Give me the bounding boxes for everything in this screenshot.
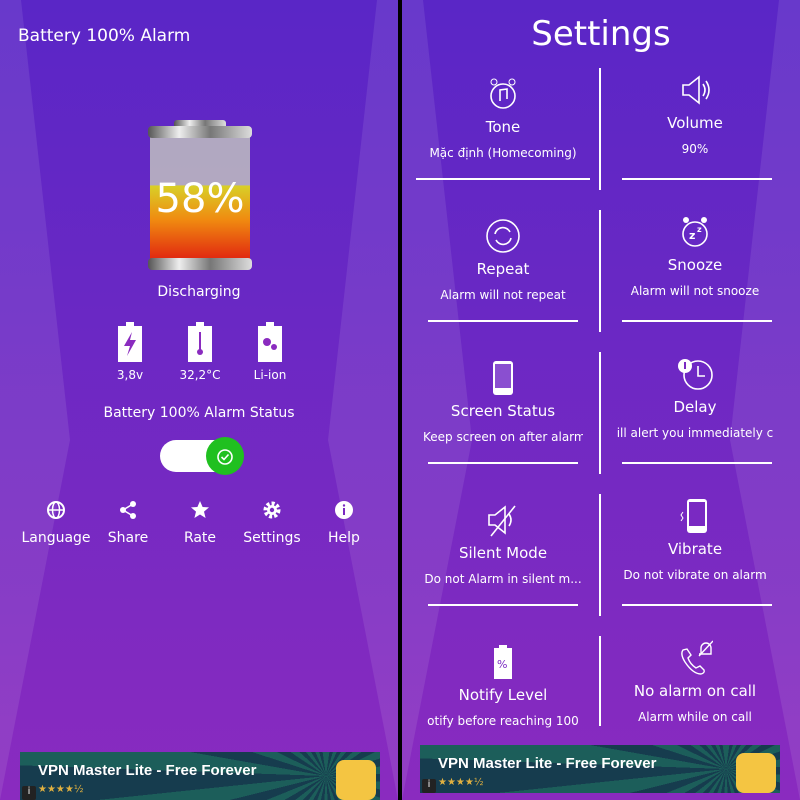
setting-subtitle: Alarm will not repeat: [440, 288, 566, 302]
app-title: Battery 100% Alarm: [18, 26, 191, 46]
setting-screen-status[interactable]: Screen Status Keep screen on after alarm: [408, 360, 598, 444]
battery-gauge: 58%: [148, 120, 252, 272]
help-button[interactable]: Help: [308, 500, 380, 546]
toggle-knob: [206, 437, 244, 475]
technology-stat: Li-ion: [230, 322, 310, 382]
battery-percent: 58%: [155, 176, 245, 222]
setting-volume[interactable]: Volume 90%: [600, 72, 790, 156]
battery-percent-icon: %: [494, 645, 512, 679]
repeat-icon: [486, 219, 520, 253]
settings-button[interactable]: Settings: [236, 500, 308, 546]
delay-clock-icon: [678, 359, 713, 390]
setting-repeat[interactable]: Repeat Alarm will not repeat: [408, 218, 598, 302]
star-icon: [191, 501, 209, 518]
divider: [428, 320, 578, 322]
setting-subtitle: ill alert you immediately c: [616, 426, 774, 440]
svg-text:z: z: [697, 225, 702, 234]
ad-banner[interactable]: VPN Master Lite - Free Forever ★★★★½ i: [420, 745, 780, 793]
vpn-shield-icon: [336, 760, 376, 800]
vpn-shield-icon: [736, 753, 776, 793]
svg-text:z: z: [689, 229, 695, 242]
rating-stars: ★★★★½: [438, 777, 484, 788]
vibrate-icon: [680, 499, 707, 533]
divider: [428, 604, 578, 606]
silent-mode-icon: [488, 505, 516, 537]
page-title: Settings: [531, 14, 671, 54]
setting-title: Delay: [673, 398, 717, 416]
voltage-icon: [118, 322, 142, 362]
globe-icon: [47, 501, 65, 519]
setting-title: Silent Mode: [458, 544, 548, 562]
divider: [622, 604, 772, 606]
divider: [622, 462, 772, 464]
setting-silent-mode[interactable]: Silent Mode Do not Alarm in silent m...: [408, 502, 598, 586]
technology-icon: [258, 322, 282, 362]
bg-facet: [328, 0, 398, 800]
setting-subtitle: Mặc định (Homecoming): [429, 146, 577, 160]
setting-title: Screen Status: [450, 402, 556, 420]
setting-title: Snooze: [667, 256, 723, 274]
setting-no-alarm-on-call[interactable]: No alarm on call Alarm while on call: [600, 640, 790, 724]
setting-title: No alarm on call: [633, 682, 757, 700]
alarm-clock-icon: [217, 449, 233, 465]
battery-screen: Battery 100% Alarm 58% Discharging 3,8v …: [0, 0, 398, 800]
setting-subtitle: otify before reaching 100: [427, 714, 579, 728]
divider: [416, 178, 590, 180]
temperature-stat: 32,2°C: [160, 322, 240, 382]
main-menu: Language Share Rate Settings Help: [20, 500, 380, 546]
alarm-status-label: Battery 100% Alarm Status: [103, 405, 295, 421]
setting-subtitle: Alarm while on call: [638, 710, 752, 724]
divider: [428, 462, 578, 464]
share-button[interactable]: Share: [92, 500, 164, 546]
divider: [622, 320, 772, 322]
setting-tone[interactable]: Tone Mặc định (Homecoming): [408, 76, 598, 160]
setting-subtitle: Do not Alarm in silent m...: [424, 572, 582, 586]
temperature-icon: [188, 322, 212, 362]
ad-info-icon[interactable]: i: [22, 786, 36, 800]
setting-vibrate[interactable]: Vibrate Do not vibrate on alarm: [600, 498, 790, 582]
voltage-stat: 3,8v: [90, 322, 170, 382]
setting-title: Vibrate: [667, 540, 723, 558]
setting-delay[interactable]: Delay ill alert you immediately c: [600, 356, 790, 440]
no-alarm-call-icon: [681, 640, 713, 675]
charging-status: Discharging: [157, 284, 241, 300]
ad-info-icon[interactable]: i: [422, 779, 436, 793]
setting-subtitle: Alarm will not snooze: [630, 284, 760, 298]
phone-screen-icon: [493, 361, 513, 395]
setting-snooze[interactable]: z z Snooze Alarm will not snooze: [600, 214, 790, 298]
setting-title: Repeat: [476, 260, 530, 278]
setting-subtitle: Keep screen on after alarm: [423, 430, 583, 444]
ad-banner[interactable]: VPN Master Lite - Free Forever ★★★★½ i: [20, 752, 380, 800]
setting-subtitle: Do not vibrate on alarm: [623, 568, 767, 582]
alarm-tone-icon: [490, 78, 516, 109]
info-icon: [335, 501, 353, 519]
volume-icon: [682, 75, 710, 105]
rating-stars: ★★★★½: [38, 784, 84, 795]
setting-subtitle: 90%: [681, 142, 709, 156]
alarm-toggle[interactable]: [160, 437, 244, 475]
divider: [622, 178, 772, 180]
setting-title: Tone: [485, 118, 521, 136]
snooze-icon: zz: [682, 217, 708, 247]
rate-button[interactable]: Rate: [164, 500, 236, 546]
svg-text:%: %: [497, 658, 507, 671]
share-icon: [120, 501, 136, 519]
gear-icon: [263, 501, 281, 519]
bg-facet: [0, 0, 70, 800]
setting-title: Volume: [667, 114, 723, 132]
settings-screen: Settings Tone Mặc định (Homecoming) Volume…: [402, 0, 800, 800]
setting-notify-level[interactable]: % Notify Level otify before reaching 100: [408, 644, 598, 728]
setting-title: Notify Level: [458, 686, 548, 704]
language-button[interactable]: Language: [20, 500, 92, 546]
